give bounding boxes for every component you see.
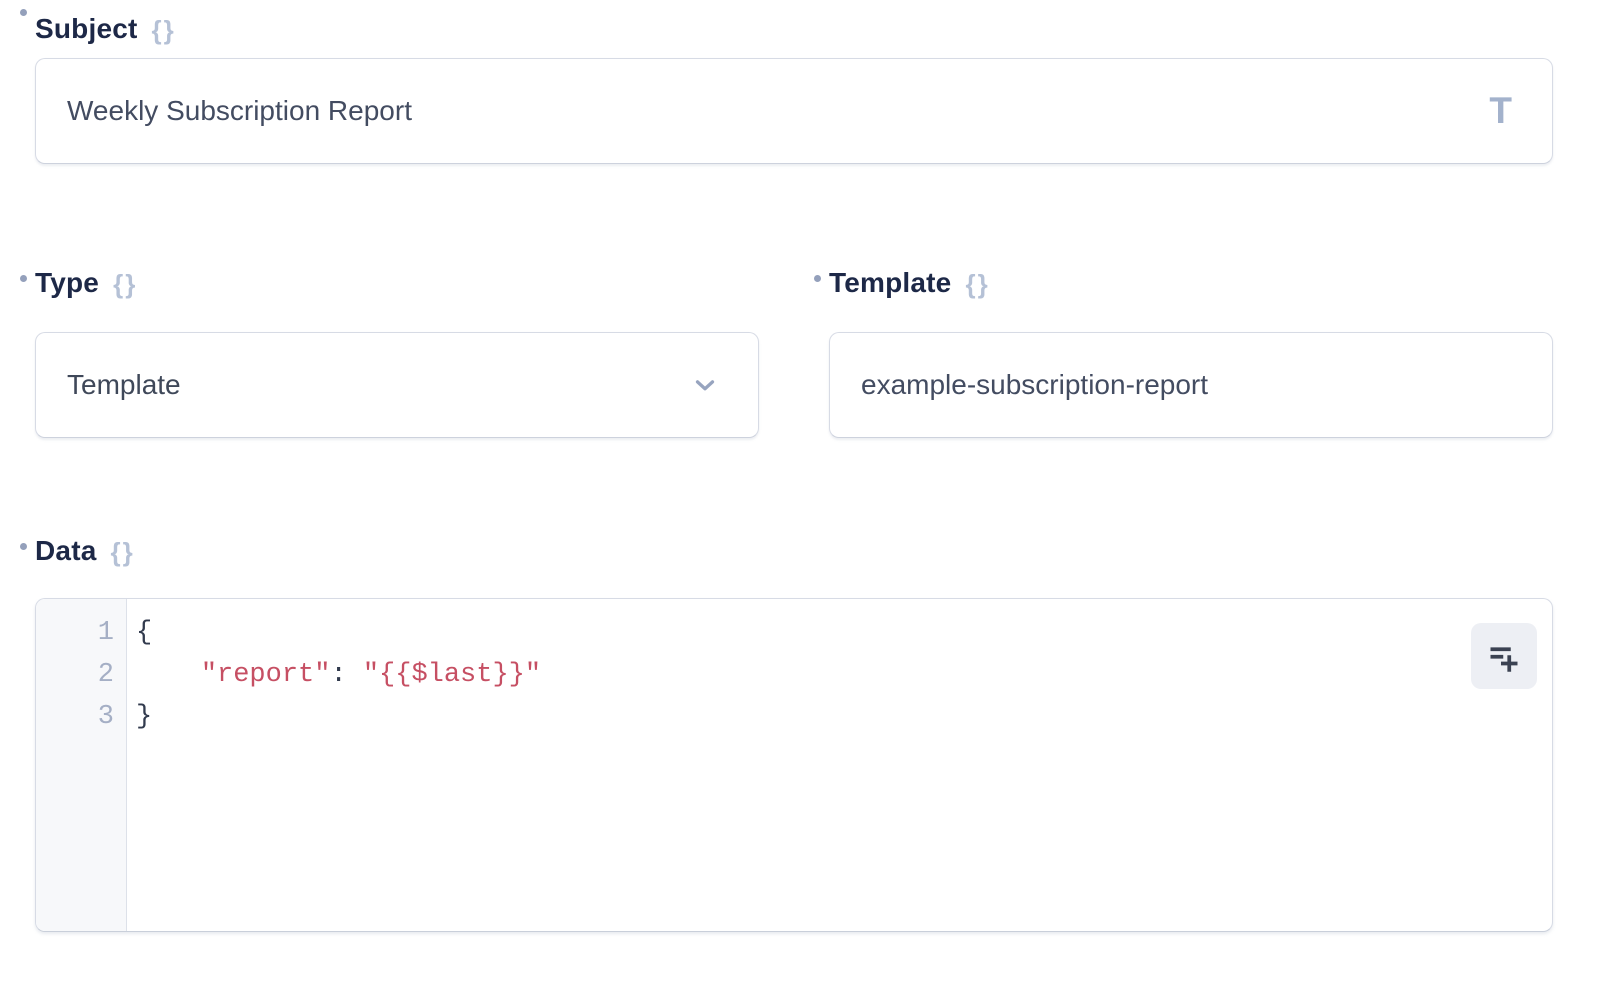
- subject-input[interactable]: [36, 59, 1552, 163]
- required-dot-icon: [20, 275, 27, 282]
- code-token: {: [136, 618, 152, 648]
- code-token: }: [136, 702, 152, 732]
- type-select[interactable]: Template: [35, 332, 759, 438]
- email-config-form: Subject {} T Type {} Template Template: [35, 0, 1553, 932]
- line-number: 1: [36, 612, 126, 654]
- code-content: { "report": "{{$last}}" }: [127, 599, 541, 931]
- code-token: [347, 660, 363, 690]
- data-label-row: Data {}: [35, 534, 1553, 568]
- required-dot-icon: [20, 543, 27, 550]
- expression-braces-icon[interactable]: {}: [113, 267, 137, 300]
- code-token: "report": [201, 660, 331, 690]
- playlist-add-icon: [1486, 638, 1522, 674]
- data-label: Data: [35, 535, 97, 567]
- line-number: 3: [36, 696, 126, 738]
- template-input[interactable]: [830, 333, 1552, 437]
- chevron-down-icon: [690, 370, 720, 400]
- code-line: }: [136, 696, 541, 738]
- template-field: [829, 332, 1553, 438]
- data-code-editor[interactable]: 1 2 3 { "report": "{{$last}}" }: [35, 598, 1553, 932]
- text-mode-icon[interactable]: T: [1489, 90, 1512, 132]
- template-label-row: Template {}: [829, 266, 1553, 300]
- code-token: "{{$last}}": [363, 660, 541, 690]
- line-number: 2: [36, 654, 126, 696]
- type-label-row: Type {}: [35, 266, 759, 300]
- insert-data-button[interactable]: [1471, 623, 1537, 689]
- type-column: Type {} Template: [35, 266, 759, 438]
- type-select-value: Template: [36, 369, 181, 401]
- type-template-row: Type {} Template Template {}: [35, 266, 1553, 438]
- type-label: Type: [35, 267, 99, 299]
- expression-braces-icon[interactable]: {}: [965, 267, 989, 300]
- expression-braces-icon[interactable]: {}: [152, 13, 176, 46]
- subject-label-row: Subject {}: [35, 0, 1553, 34]
- code-token: [136, 660, 201, 690]
- subject-label: Subject: [35, 13, 138, 45]
- subject-field: T: [35, 58, 1553, 164]
- expression-braces-icon[interactable]: {}: [111, 535, 135, 568]
- required-dot-icon: [814, 275, 821, 282]
- code-line: {: [136, 612, 541, 654]
- line-number-gutter: 1 2 3: [36, 599, 127, 931]
- code-line: "report": "{{$last}}": [136, 654, 541, 696]
- code-token: :: [330, 660, 346, 690]
- required-dot-icon: [20, 9, 27, 16]
- template-label: Template: [829, 267, 951, 299]
- template-column: Template {}: [829, 266, 1553, 438]
